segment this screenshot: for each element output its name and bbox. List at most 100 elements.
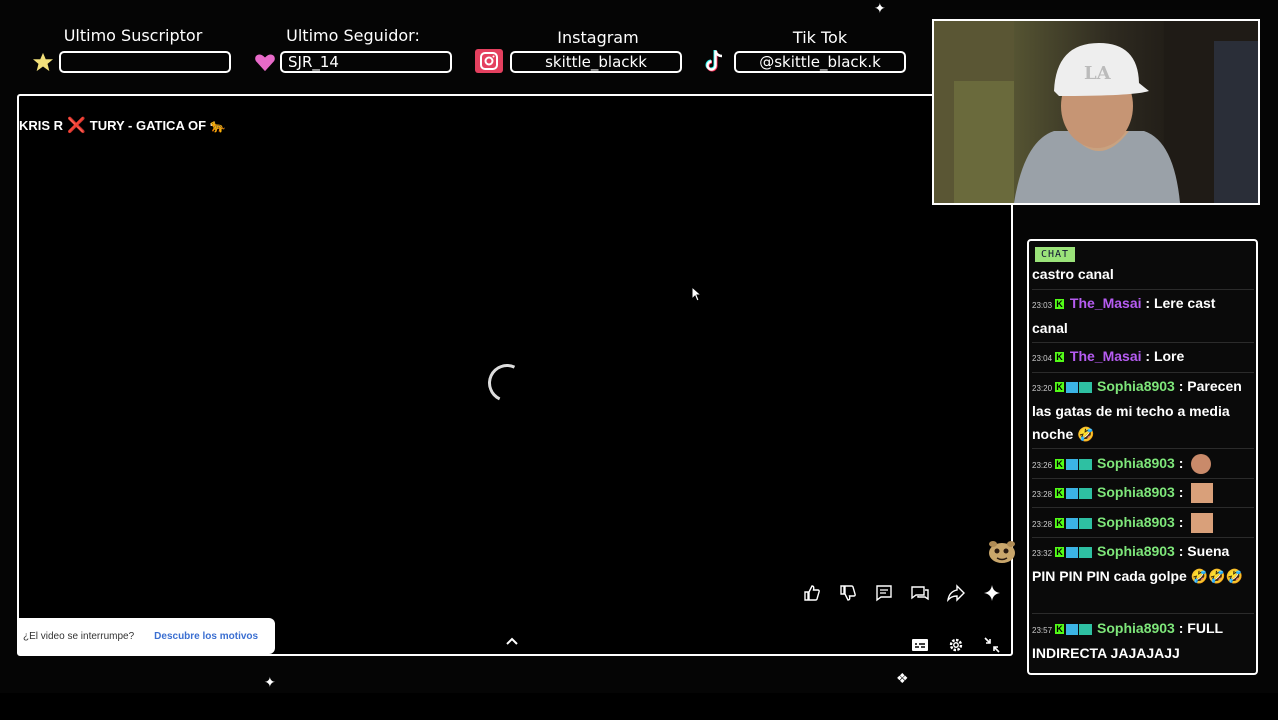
chat-label: CHAT <box>1035 247 1076 262</box>
video-player[interactable]: KRIS R ❌ TURY - GATICA OF 🐆 ¿El video se i… <box>17 94 1015 656</box>
stat-instagram: Instagram <box>520 28 676 47</box>
tiktok-value: @skittle_black.k <box>734 51 906 73</box>
chat-message: 23:28 K Sophia8903 : <box>1032 511 1255 536</box>
message-time: 23:28 <box>1032 490 1053 499</box>
chevron-up-icon[interactable] <box>505 636 519 646</box>
message-user[interactable]: Sophia8903 <box>1097 514 1175 530</box>
chat-message: 23:32 K Sophia8903 : Suena PIN PIN PIN cad… <box>1032 540 1255 588</box>
subtitles-icon[interactable] <box>909 634 931 656</box>
kick-badge-icon: K <box>1055 488 1065 499</box>
message-user[interactable]: Sophia8903 <box>1097 620 1175 636</box>
message-time: 23:04 <box>1032 354 1053 363</box>
stat-tiktok: Tik Tok <box>742 28 898 47</box>
sparkle-decoration-icon: ❖ <box>896 670 909 686</box>
chat-message: castro canal <box>1032 263 1255 286</box>
heart-icon <box>255 54 275 72</box>
video-title-right: TURY - GATICA OF 🐆 <box>89 118 226 133</box>
message-time: 23:20 <box>1032 384 1053 393</box>
message-time: 23:32 <box>1032 549 1053 558</box>
emote-icon <box>1191 513 1214 534</box>
moderator-badge-icon <box>1066 517 1079 529</box>
sparkle-decoration-icon: ✦ <box>874 0 886 16</box>
divider <box>1032 537 1254 538</box>
player-controls <box>909 634 1003 656</box>
instagram-icon <box>475 49 503 73</box>
settings-gear-icon[interactable] <box>945 634 967 656</box>
live-chat-icon[interactable] <box>909 582 931 604</box>
divider <box>1032 448 1254 449</box>
sparkle-decoration-icon: ✦ <box>264 674 276 690</box>
svg-text:LA: LA <box>1084 63 1112 84</box>
message-user[interactable]: Sophia8903 <box>1097 543 1175 559</box>
emote-icon <box>1191 483 1214 504</box>
message-text: castro canal <box>1032 266 1114 282</box>
webcam-feed: LA <box>932 19 1260 205</box>
hint-link[interactable]: Descubre los motivos <box>154 631 258 642</box>
chat-panel: CHAT castro canal 23:03 K The_Masai : Ler… <box>1027 239 1258 675</box>
message-user[interactable]: Sophia8903 <box>1097 484 1175 500</box>
chat-message: 23:20 K Sophia8903 : Parecen las gatas de … <box>1032 375 1255 446</box>
divider <box>1032 507 1254 508</box>
message-user[interactable]: Sophia8903 <box>1097 378 1175 394</box>
share-icon[interactable] <box>945 582 967 604</box>
kick-badge-icon: K <box>1055 547 1065 558</box>
hint-question: ¿El video se interrumpe? <box>23 630 135 642</box>
message-text: : Lore <box>1145 348 1185 364</box>
comments-icon[interactable] <box>873 582 895 604</box>
mouse-cursor-icon <box>691 286 703 302</box>
title-x-icon: ❌ <box>67 117 86 134</box>
message-time: 23:26 <box>1032 461 1053 470</box>
divider <box>1032 342 1254 343</box>
video-title: KRIS R ❌ TURY - GATICA OF 🐆 <box>19 116 226 134</box>
instagram-value: skittle_blackk <box>510 51 682 73</box>
dislike-icon[interactable] <box>837 582 859 604</box>
subscriber-value <box>59 51 231 73</box>
loading-spinner-icon <box>482 358 532 408</box>
mascot-icon <box>987 539 1017 571</box>
stat-title: Instagram <box>557 28 639 47</box>
exit-fullscreen-icon[interactable] <box>981 634 1003 656</box>
chat-message: 23:28 K Sophia8903 : <box>1032 481 1255 506</box>
kick-badge-icon: K <box>1055 518 1065 529</box>
star-icon <box>33 52 53 72</box>
webcam-image: LA <box>934 21 1258 203</box>
moderator-badge-icon <box>1066 623 1079 635</box>
message-time: 23:28 <box>1032 520 1053 529</box>
chat-message: 23:03 K The_Masai : Lere cast canal <box>1032 292 1255 340</box>
divider <box>1032 372 1254 373</box>
stat-last-subscriber: Ultimo Suscriptor <box>56 26 210 45</box>
kick-badge-icon: K <box>1055 352 1065 363</box>
bottom-strip <box>0 693 1278 720</box>
sparkle-ask-icon[interactable] <box>981 582 1003 604</box>
gift-badge-icon <box>1079 623 1093 635</box>
moderator-badge-icon <box>1066 381 1079 393</box>
message-user[interactable]: The_Masai <box>1070 348 1142 364</box>
follower-value: SJR_14 <box>280 51 452 73</box>
tiktok-icon <box>705 50 723 72</box>
message-time: 23:03 <box>1032 301 1053 310</box>
like-icon[interactable] <box>801 582 823 604</box>
stat-title: Ultimo Suscriptor <box>63 26 203 45</box>
divider <box>1032 613 1254 614</box>
message-user[interactable]: Sophia8903 <box>1097 455 1175 471</box>
message-time: 23:57 <box>1032 626 1053 635</box>
chat-message: 23:04 K The_Masai : Lore <box>1032 345 1255 370</box>
gift-badge-icon <box>1079 381 1093 393</box>
message-text: : <box>1178 484 1184 500</box>
chat-message: 23:26 K Sophia8903 : <box>1032 452 1255 477</box>
message-text: : <box>1178 514 1184 530</box>
stat-title: Tik Tok <box>792 28 848 47</box>
message-text: : <box>1178 455 1184 471</box>
kick-badge-icon: K <box>1055 459 1065 470</box>
message-user[interactable]: The_Masai <box>1070 295 1142 311</box>
video-title-left: KRIS R <box>19 118 64 133</box>
divider <box>1032 478 1254 479</box>
moderator-badge-icon <box>1066 487 1079 499</box>
stat-title: Ultimo Seguidor: <box>286 26 420 45</box>
kick-badge-icon: K <box>1055 624 1065 635</box>
emote-icon <box>1191 454 1212 475</box>
gift-badge-icon <box>1079 487 1093 499</box>
divider <box>1032 289 1254 290</box>
moderator-badge-icon <box>1066 546 1079 558</box>
kick-badge-icon: K <box>1055 299 1065 310</box>
